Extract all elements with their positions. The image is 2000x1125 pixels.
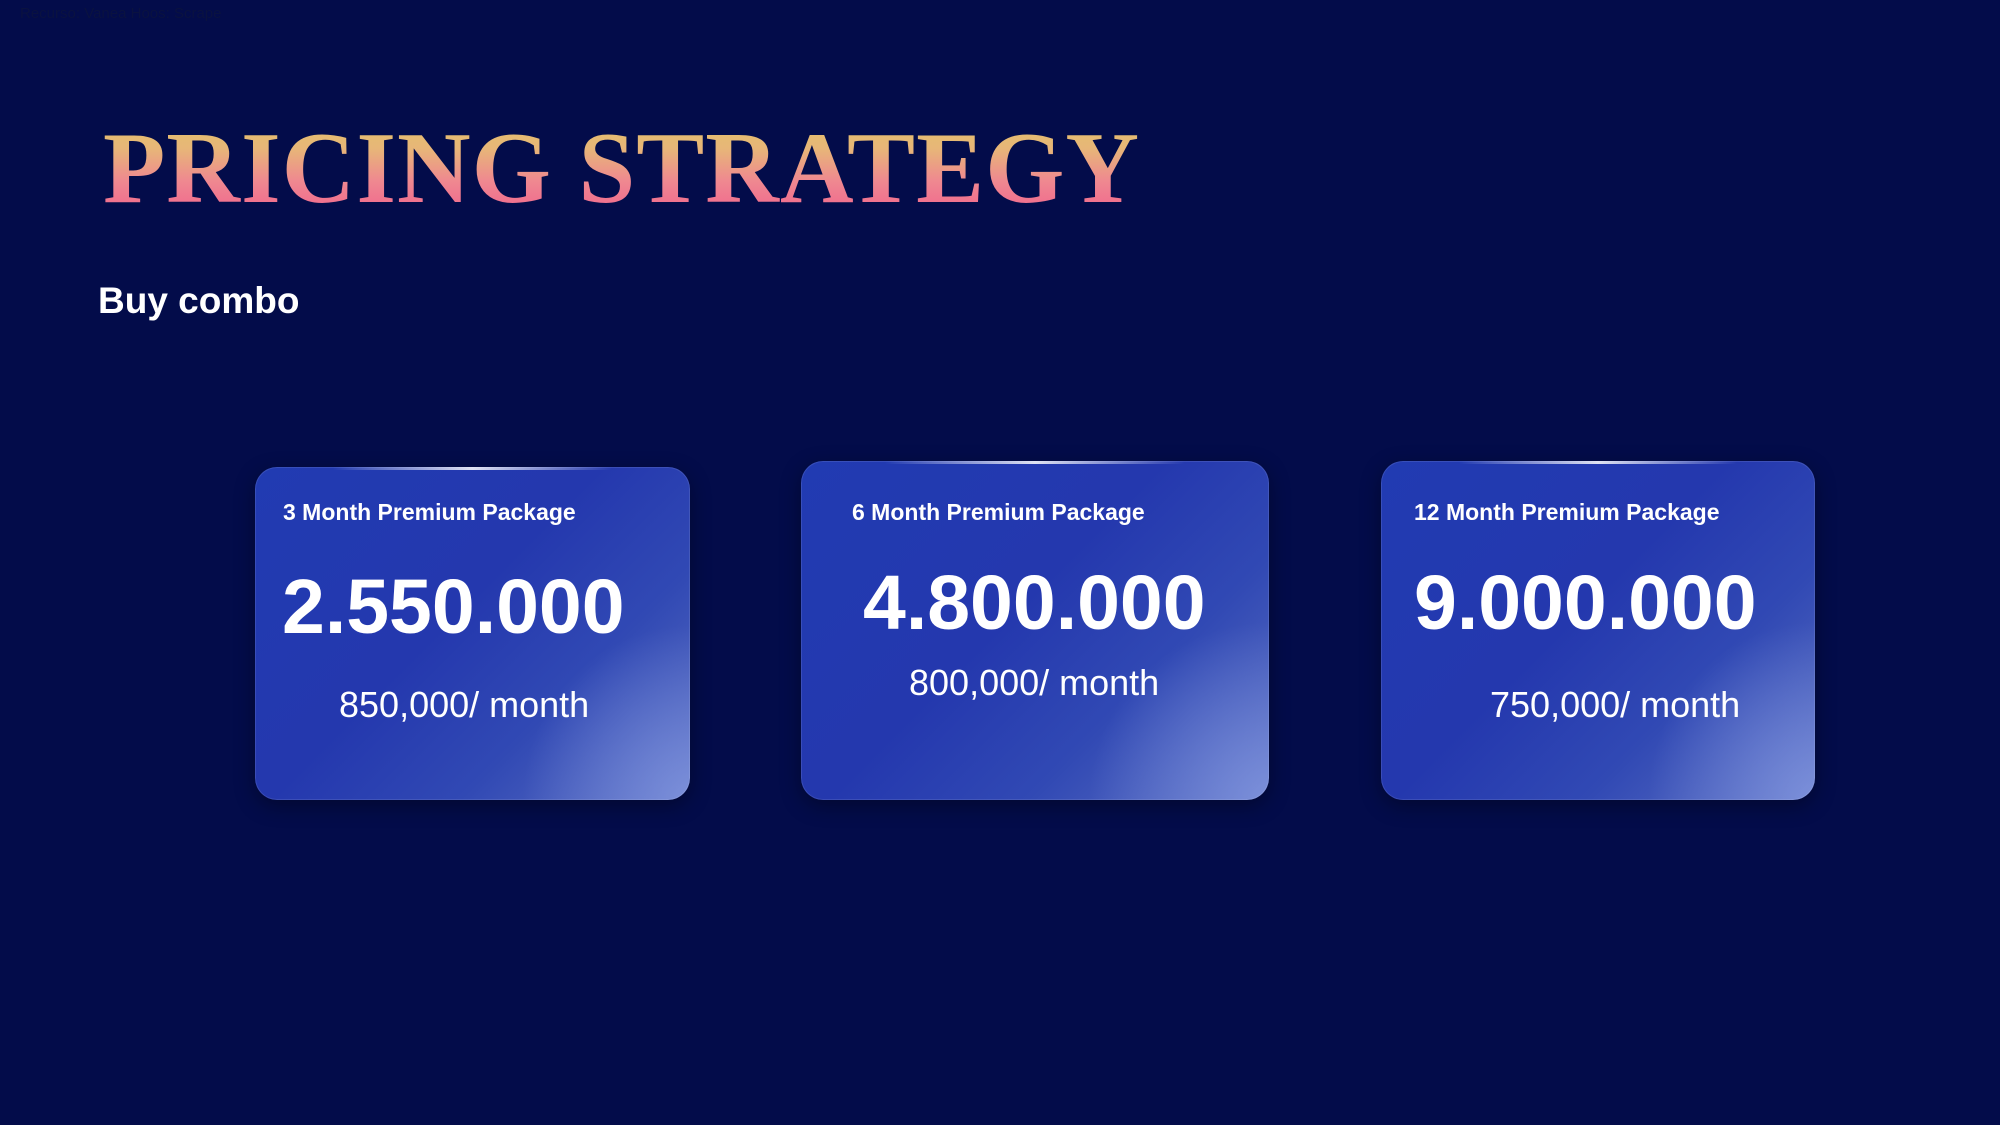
package-price: 9.000.000 <box>1414 560 1757 646</box>
package-label: 6 Month Premium Package <box>852 499 1145 525</box>
package-card-3-month: 3 Month Premium Package 2.550.000 850,00… <box>255 467 690 800</box>
package-price: 2.550.000 <box>282 564 625 650</box>
package-label: 3 Month Premium Package <box>283 499 576 525</box>
package-card-12-month: 12 Month Premium Package 9.000.000 750,0… <box>1381 461 1815 800</box>
package-monthly-price: 750,000/ month <box>1490 684 1741 725</box>
package-monthly-price: 850,000/ month <box>339 684 590 725</box>
package-card-6-month: 6 Month Premium Package 4.800.000 800,00… <box>801 461 1269 800</box>
section-subtitle: Buy combo <box>98 280 300 321</box>
package-label: 12 Month Premium Package <box>1414 499 1720 525</box>
package-price: 4.800.000 <box>863 560 1206 646</box>
package-monthly-price: 800,000/ month <box>909 662 1160 703</box>
top-note: Recurso: Vanea Hoos: Scrape <box>20 5 222 22</box>
page-title: PRICING STRATEGY <box>103 112 1141 225</box>
